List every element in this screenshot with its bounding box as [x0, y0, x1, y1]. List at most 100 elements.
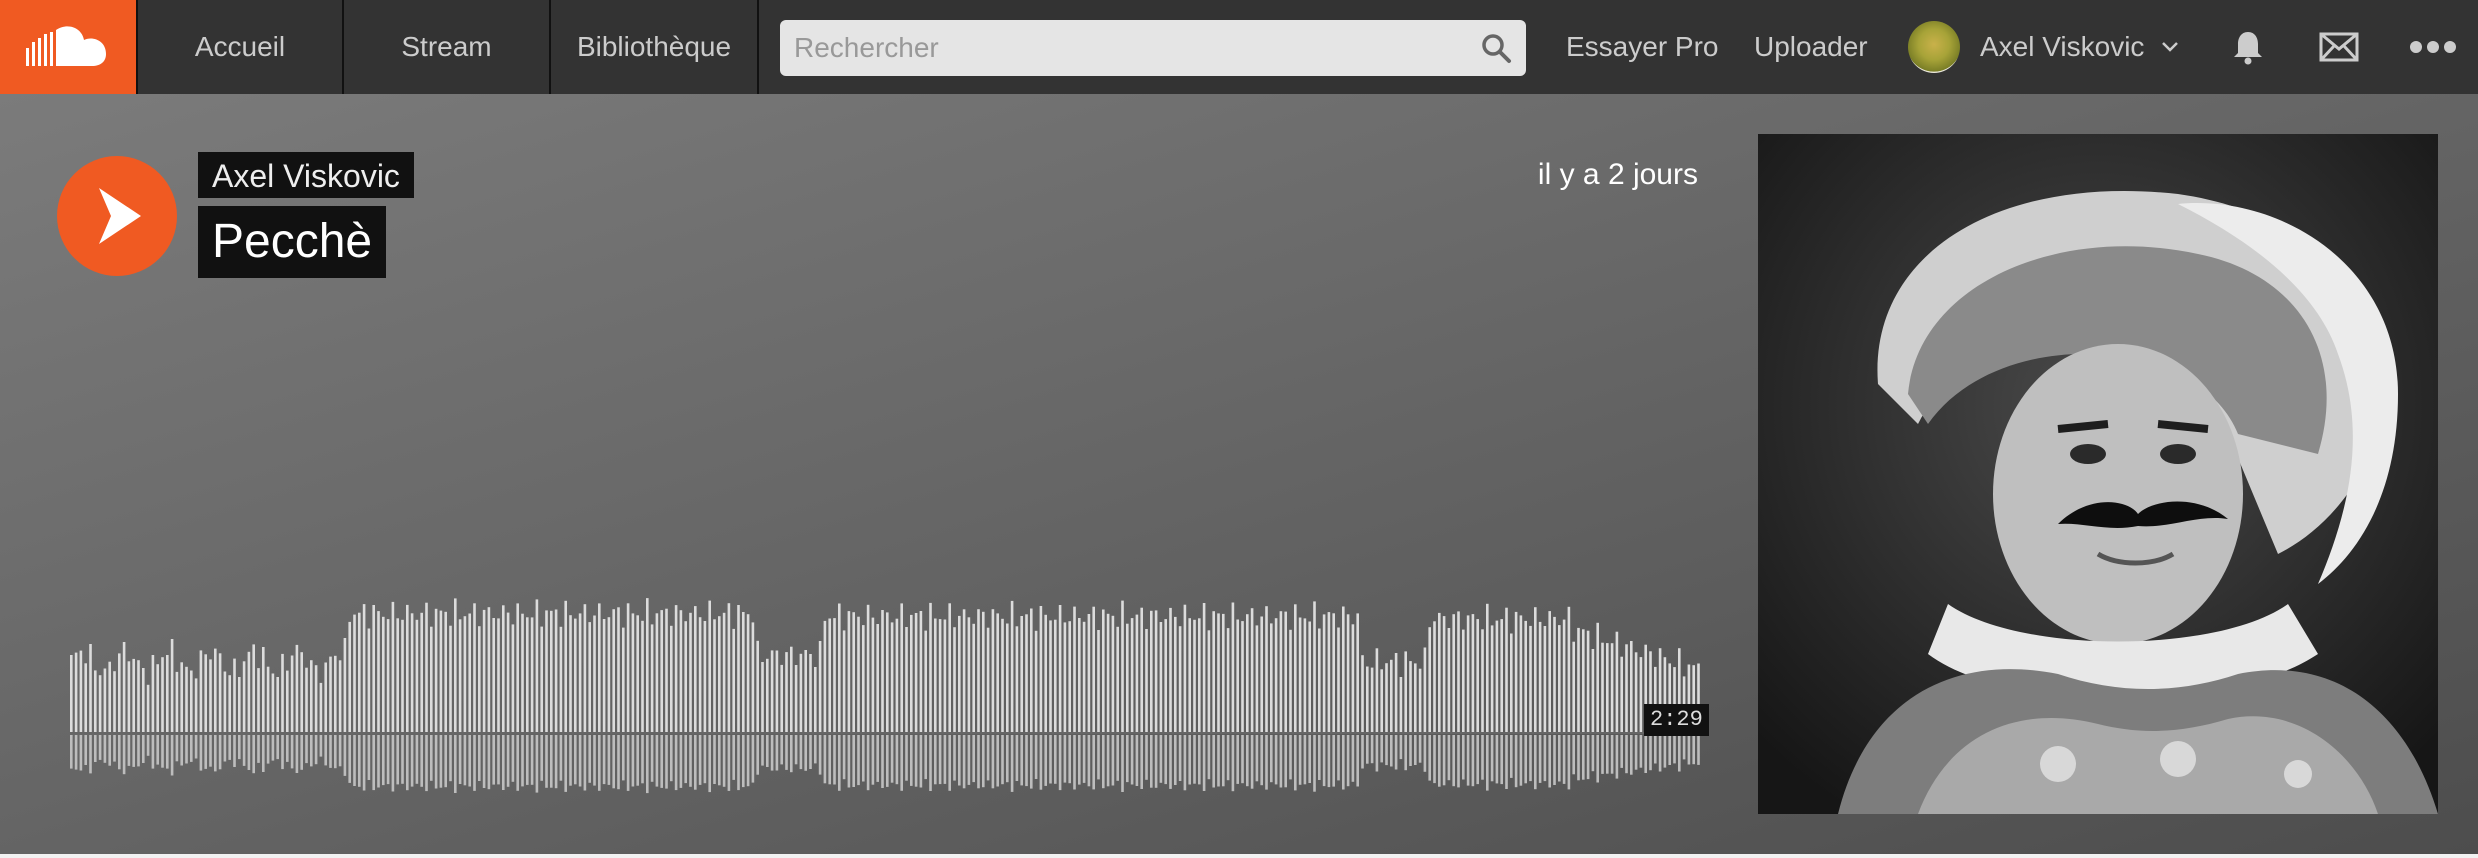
waveform-reflection-bar	[180, 735, 183, 766]
waveform-bar	[646, 598, 649, 733]
waveform-bar	[516, 603, 519, 733]
waveform-reflection-bar	[535, 735, 539, 793]
waveform-reflection-bar	[1644, 735, 1647, 773]
waveform-reflection-bar	[238, 735, 241, 760]
waveform-bar	[1202, 603, 1206, 733]
waveform-reflection-bar	[761, 735, 764, 766]
waveform-bar	[113, 671, 116, 733]
waveform-reflection-bar	[1399, 735, 1403, 760]
waveform-reflection-bar	[1366, 735, 1369, 764]
waveform-reflection-bar	[857, 735, 860, 786]
waveform-bar	[1457, 611, 1460, 733]
waveform-bar	[775, 650, 779, 733]
waveform-bar	[1620, 656, 1623, 733]
waveform-bar	[305, 667, 308, 733]
artist-link[interactable]: Axel Viskovic	[198, 152, 414, 198]
waveform-reflection-bar	[1409, 735, 1412, 766]
waveform-reflection-bar	[852, 735, 855, 787]
waveform-reflection-bar	[1682, 735, 1686, 760]
user-menu[interactable]: Axel Viskovic	[1908, 0, 2180, 94]
waveform-bar	[425, 602, 428, 733]
waveform-bar	[746, 614, 750, 733]
waveform-bar	[1159, 622, 1163, 733]
waveform-bar	[1630, 641, 1633, 733]
waveform-reflection-bar	[1346, 735, 1350, 787]
waveform-reflection-bar	[1562, 735, 1566, 784]
waveform-reflection-bar	[1630, 735, 1633, 775]
waveform-reflection-bar	[1049, 735, 1052, 784]
cover-art[interactable]	[1758, 134, 2438, 814]
upload-link[interactable]: Uploader	[1754, 0, 1868, 94]
waveform-bar	[732, 628, 735, 733]
waveform-reflection-bar	[1246, 735, 1249, 787]
waveform-reflection-bar	[396, 735, 399, 785]
waveform-bar	[612, 609, 615, 733]
waveform-bar	[545, 610, 548, 733]
waveform-bar	[655, 613, 659, 733]
waveform-reflection-bar	[1318, 735, 1321, 780]
waveform-reflection-bar	[799, 735, 803, 770]
waveform-bar	[943, 619, 947, 733]
waveform-bar	[209, 659, 212, 733]
messages-button[interactable]	[2318, 27, 2360, 67]
waveform-reflection-bar	[1471, 735, 1475, 787]
waveform-reflection-bar	[1010, 735, 1014, 792]
waveform[interactable]	[70, 594, 1700, 858]
waveform-reflection-bar	[919, 735, 923, 788]
search-button[interactable]	[1476, 30, 1516, 66]
waveform-bar	[1082, 621, 1086, 733]
waveform-reflection-bar	[343, 735, 347, 776]
waveform-bar	[1126, 623, 1129, 733]
waveform-bar	[127, 661, 131, 733]
waveform-reflection-bar	[938, 735, 942, 785]
waveform-bar	[766, 658, 769, 733]
waveform-reflection-bar	[1058, 735, 1062, 791]
waveform-reflection-bar	[1116, 735, 1119, 781]
waveform-reflection-bar	[804, 735, 807, 771]
waveform-reflection-bar	[1193, 735, 1196, 784]
waveform-reflection-bar	[1236, 735, 1239, 784]
waveform-reflection-bar	[161, 735, 164, 768]
waveform-reflection-bar	[1673, 735, 1676, 764]
waveform-reflection-bar	[886, 735, 889, 787]
waveform-bar	[1442, 616, 1446, 733]
waveform-bar	[607, 617, 611, 733]
waveform-bar	[569, 615, 572, 733]
search-input[interactable]	[780, 20, 1460, 76]
more-button[interactable]	[2408, 27, 2458, 67]
waveform-reflection-bar	[98, 735, 102, 760]
tab-stream[interactable]: Stream	[344, 0, 551, 94]
waveform-bar	[290, 655, 294, 733]
waveform-reflection-bar	[295, 735, 299, 773]
waveform-reflection-bar	[1586, 735, 1590, 780]
waveform-bar	[218, 653, 222, 733]
waveform-bar	[199, 650, 203, 733]
waveform-reflection-bar	[1140, 735, 1143, 789]
waveform-bar	[910, 614, 913, 733]
waveform-bar	[1361, 655, 1364, 733]
play-button[interactable]	[57, 156, 177, 276]
user-name: Axel Viskovic	[1980, 31, 2145, 62]
waveform-bar	[1193, 619, 1196, 733]
waveform-reflection-bar	[478, 735, 481, 781]
tab-home[interactable]: Accueil	[136, 0, 344, 94]
try-pro-link[interactable]: Essayer Pro	[1566, 0, 1719, 94]
waveform-reflection-bar	[1102, 735, 1105, 789]
waveform-bar	[386, 619, 390, 733]
waveform-bar	[602, 619, 606, 733]
waveform-reflection-bar	[1327, 735, 1331, 788]
tab-library[interactable]: Bibliothèque	[551, 0, 759, 94]
waveform-reflection-bar	[1438, 735, 1441, 787]
waveform-reflection-bar	[1270, 735, 1273, 783]
waveform-reflection-bar	[1020, 735, 1023, 786]
waveform-reflection-bar	[1298, 735, 1302, 785]
waveform-bar	[1534, 607, 1537, 733]
waveform-bar	[593, 615, 596, 733]
waveform-bar	[1322, 614, 1326, 733]
waveform-reflection-bar	[660, 735, 663, 788]
waveform-reflection-bar	[242, 735, 246, 766]
notifications-button[interactable]	[2228, 27, 2268, 67]
waveform-reflection-bar	[300, 735, 303, 770]
soundcloud-logo-icon[interactable]	[0, 0, 136, 94]
waveform-bar	[1102, 609, 1105, 733]
